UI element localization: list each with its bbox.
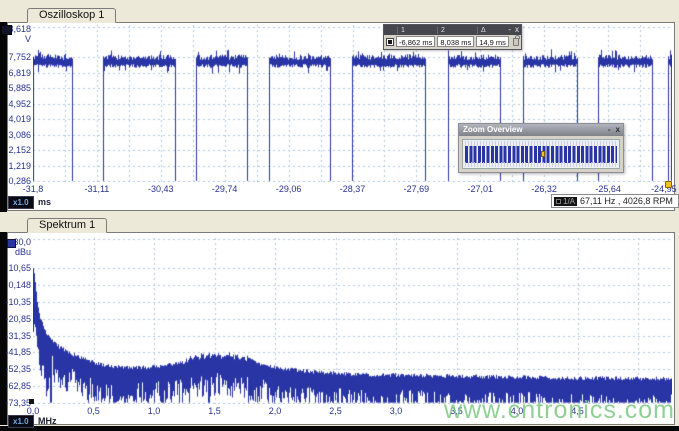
left-frame-strip-bottom — [0, 232, 7, 425]
y-tick-label: -20,85 — [5, 313, 31, 324]
x-tick-label: 1,0 — [147, 406, 161, 416]
y-tick-label: 0,148 — [8, 279, 31, 290]
tab-oszilloskop[interactable]: Oszilloskop 1 — [27, 8, 117, 23]
measure-col-delta: Δ — [477, 26, 507, 34]
x-tick-label: -27,69 — [403, 184, 430, 194]
y-tick-label: -52,35 — [5, 364, 31, 375]
cursor-measure-toolbar: 1 2 Δ - x -6,862 ms 8,038 ms 14,9 ms — [383, 24, 522, 50]
zoom-overview-plot[interactable] — [462, 139, 620, 169]
x-tick-label: -28,37 — [339, 184, 366, 194]
x-tick-label: 1,5 — [208, 406, 221, 416]
spectrum-y-unit: dBu — [14, 247, 31, 257]
spectrum-origin-handle[interactable] — [29, 399, 34, 404]
frequency-rpm-readout: 67,11 Hz , 4026,8 RPM — [580, 196, 673, 206]
measure-close-button[interactable]: x — [515, 25, 519, 35]
x-tick-label: -31,8 — [22, 184, 44, 194]
scope-cursor-marker[interactable] — [665, 181, 672, 188]
scope-status-box: 1/A 67,11 Hz , 4026,8 RPM — [551, 194, 679, 208]
measure-toolbar-header[interactable]: 1 2 Δ - x — [384, 25, 521, 35]
zoom-overview-close-button[interactable]: x — [616, 124, 620, 136]
y-tick-label: 5,885 — [8, 83, 31, 93]
channel-icon — [556, 198, 561, 204]
zoom-overview-window: Zoom Overview - x — [458, 123, 624, 173]
y-tick-label: 6,819 — [8, 67, 31, 78]
spectrum-trace-icon[interactable] — [7, 239, 16, 248]
measure-minimize-button[interactable]: - — [508, 25, 511, 35]
x-tick-label: 2,0 — [268, 406, 282, 416]
x-tick-label: -29,74 — [211, 184, 238, 194]
y-tick-label: 3,086 — [8, 129, 31, 140]
cursor2-value[interactable]: 8,038 ms — [437, 36, 475, 47]
scope-trace-icon[interactable] — [1, 25, 12, 35]
x-tick-label: -30,43 — [148, 184, 174, 194]
lock-icon[interactable] — [512, 34, 521, 46]
x-tick-label: -29,06 — [275, 184, 302, 194]
y-tick-label: 4,952 — [8, 98, 31, 109]
x-tick-label: 0,5 — [87, 406, 100, 416]
spectrum-x-unit: MHz — [38, 416, 57, 426]
scope-x-unit: ms — [38, 197, 52, 207]
y-tick-label: 1,219 — [8, 160, 31, 171]
y-tick-label: 4,019 — [8, 114, 31, 124]
zoom-overview-minimize-button[interactable]: - — [608, 124, 611, 136]
cursor1-value[interactable]: -6,862 ms — [396, 36, 436, 47]
x-tick-label: -24,95 — [651, 184, 677, 194]
delta-value[interactable]: 14,9 ms — [476, 36, 509, 47]
channel-label: 1/A — [563, 196, 576, 206]
watermark-text: www.cntronics.com — [444, 396, 675, 424]
measure-col-2: 2 — [437, 26, 477, 34]
y-tick-label: -62,85 — [5, 381, 31, 392]
y-tick-label: 10,65 — [8, 263, 31, 273]
scope-y-unit: V — [24, 34, 31, 44]
overview-grid-bottom — [465, 162, 617, 167]
channel-selector-chip[interactable]: 1/A — [554, 196, 578, 206]
measure-col-1: 1 — [397, 26, 437, 34]
zoom-overview-title: Zoom Overview — [463, 125, 523, 134]
y-tick-label: 7,752 — [8, 52, 31, 62]
bottom-frame-strip — [0, 426, 679, 431]
y-tick-label: -31,35 — [5, 330, 31, 341]
x-tick-label: -31,11 — [84, 184, 110, 194]
x-tick-label: -27,01 — [467, 184, 494, 194]
overview-position-marker[interactable] — [541, 151, 545, 157]
measure-enable-checkbox[interactable] — [386, 37, 394, 46]
y-tick-label: -41,85 — [5, 347, 31, 358]
scope-zoom-badge[interactable]: x1.0 — [8, 196, 34, 209]
x-tick-label: 0,0 — [26, 406, 40, 416]
tab-spektrum[interactable]: Spektrum 1 — [27, 218, 108, 233]
y-tick-label: 2,152 — [8, 145, 31, 155]
app-window: Oszilloskop 1 x1.0 ms 1/A 67,11 Hz , 402… — [0, 0, 679, 431]
x-tick-label: -26,32 — [531, 184, 557, 194]
zoom-overview-titlebar[interactable]: Zoom Overview - x — [459, 124, 623, 136]
y-tick-label: -10,35 — [5, 296, 31, 307]
spectrum-plot[interactable] — [33, 238, 672, 404]
x-tick-label: -25,64 — [595, 184, 621, 194]
spectrum-zoom-badge[interactable]: x1.0 — [8, 415, 34, 428]
